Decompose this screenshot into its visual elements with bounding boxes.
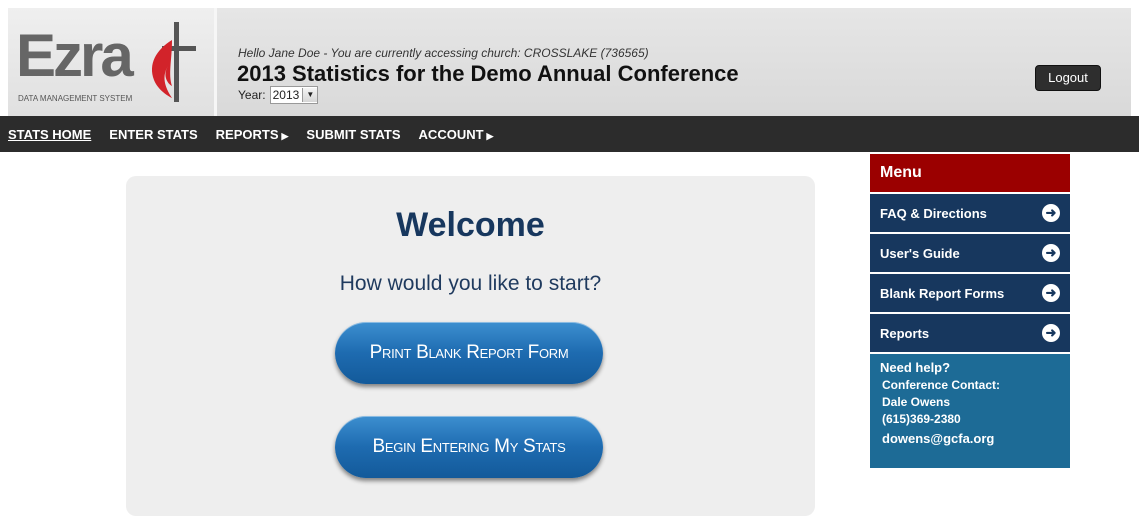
- begin-entering-stats-button[interactable]: Begin Entering My Stats: [335, 416, 603, 478]
- arrow-right-circle-icon: ➜: [1042, 324, 1060, 342]
- year-value: 2013: [272, 88, 300, 102]
- year-select[interactable]: 2013 ▼: [269, 86, 319, 104]
- sidebar-item-blank-report-forms[interactable]: Blank Report Forms ➜: [870, 272, 1070, 312]
- help-title: Need help?: [880, 360, 951, 375]
- nav-stats-home[interactable]: STATS HOME: [8, 127, 91, 142]
- start-prompt: How would you like to start?: [339, 272, 602, 295]
- cross-and-flame-icon: [152, 22, 196, 102]
- logo[interactable]: Ezra DATA MANAGEMENT SYSTEM: [8, 8, 217, 116]
- chevron-down-icon: ▼: [302, 88, 318, 102]
- caret-right-icon: ▶: [486, 130, 494, 141]
- help-box: Need help? Conference Contact: Dale Owen…: [870, 352, 1070, 468]
- arrow-right-circle-icon: ➜: [1042, 204, 1060, 222]
- nav-enter-stats[interactable]: ENTER STATS: [109, 127, 197, 142]
- sidebar-item-users-guide[interactable]: User's Guide ➜: [870, 232, 1070, 272]
- print-blank-report-button[interactable]: Print Blank Report Form: [335, 322, 603, 384]
- year-selector-row: Year: 2013 ▼: [238, 86, 319, 104]
- sidebar-item-label: FAQ & Directions: [880, 205, 987, 221]
- logo-subtitle: DATA MANAGEMENT SYSTEM: [18, 94, 133, 103]
- page-title: 2013 Statistics for the Demo Annual Conf…: [237, 61, 739, 86]
- sidebar-item-label: Reports: [880, 325, 930, 341]
- nav-account-label: ACCOUNT: [418, 126, 484, 142]
- sidebar-item-label: Blank Report Forms: [880, 285, 1005, 301]
- nav-submit-stats[interactable]: SUBMIT STATS: [306, 127, 400, 142]
- contact-label: Conference Contact:: [882, 378, 1001, 392]
- logo-text: Ezra: [16, 22, 134, 89]
- main-nav: STATS HOME ENTER STATS REPORTS ▶ SUBMIT S…: [0, 116, 1139, 152]
- nav-reports-label: REPORTS: [215, 126, 279, 142]
- nav-account[interactable]: ACCOUNT ▶: [419, 127, 494, 142]
- sidebar-item-label: User's Guide: [880, 245, 960, 261]
- greeting-text: Hello Jane Doe - You are currently acces…: [238, 46, 649, 60]
- arrow-right-circle-icon: ➜: [1042, 284, 1060, 302]
- menu-title: Menu: [870, 154, 1070, 192]
- logout-button[interactable]: Logout: [1035, 65, 1101, 91]
- caret-right-icon: ▶: [281, 130, 289, 141]
- contact-name: Dale Owens: [882, 395, 951, 409]
- sidebar-item-reports[interactable]: Reports ➜: [870, 312, 1070, 352]
- welcome-heading: Welcome: [396, 206, 545, 244]
- header: Ezra DATA MANAGEMENT SYSTEM Hello Jane D…: [8, 8, 1131, 116]
- arrow-right-circle-icon: ➜: [1042, 244, 1060, 262]
- year-label: Year:: [238, 88, 266, 102]
- sidebar-menu: Menu FAQ & Directions ➜ User's Guide ➜ B…: [870, 154, 1070, 468]
- sidebar-item-faq[interactable]: FAQ & Directions ➜: [870, 192, 1070, 232]
- welcome-panel: Welcome How would you like to start? Pri…: [126, 176, 815, 516]
- nav-reports[interactable]: REPORTS ▶: [216, 127, 289, 142]
- contact-phone: (615)369-2380: [882, 412, 961, 426]
- contact-email-link[interactable]: dowens@gcfa.org: [880, 431, 1060, 446]
